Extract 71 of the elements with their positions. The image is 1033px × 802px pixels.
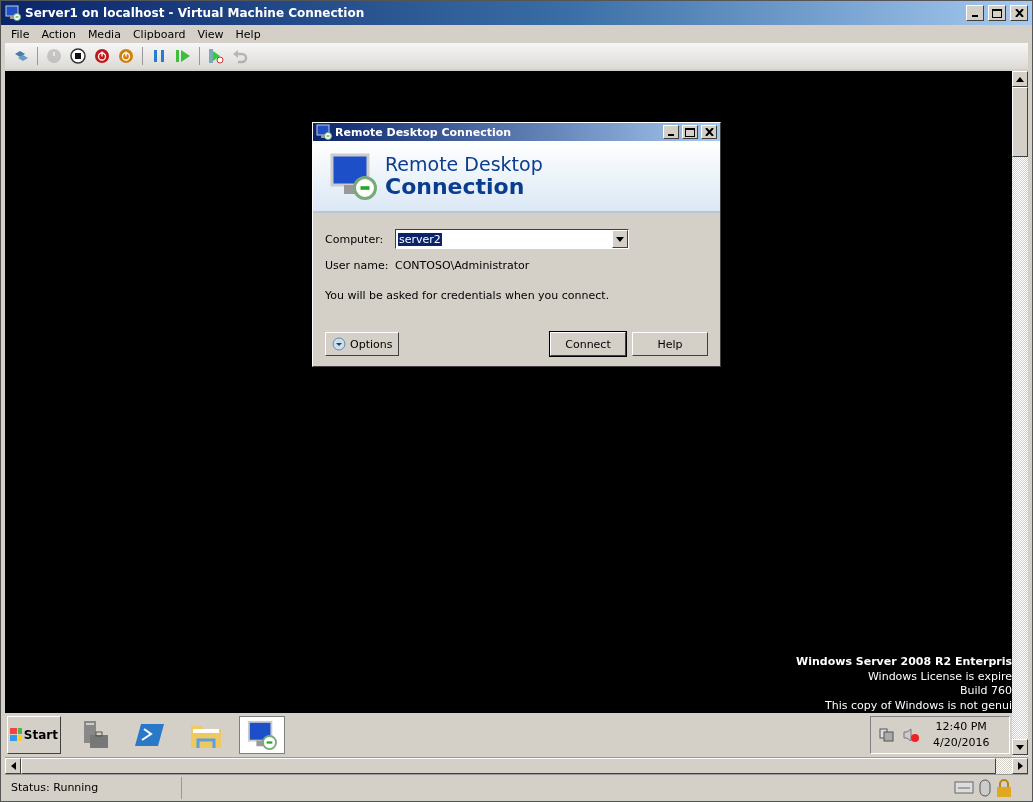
close-button[interactable]: [701, 125, 717, 139]
start-button[interactable]: Start: [7, 716, 61, 754]
clock-date: 4/20/2016: [933, 735, 990, 751]
field-label: User name:: [325, 259, 390, 272]
vertical-scrollbar[interactable]: [1012, 71, 1028, 757]
scroll-up-button[interactable]: [1012, 71, 1028, 87]
menu-item[interactable]: File: [5, 27, 36, 41]
expand-icon: [332, 337, 346, 351]
mouse-icon: [978, 779, 992, 797]
power-icon: [94, 48, 110, 64]
play-icon: [175, 48, 191, 64]
dialog-title: Remote Desktop Connection: [335, 125, 513, 139]
menu-item[interactable]: Action: [35, 27, 82, 41]
minimize-button[interactable]: [663, 125, 679, 139]
monitor-icon: [247, 720, 277, 750]
maximize-icon: [685, 127, 695, 137]
info-text: You will be asked for credentials when you connect.: [325, 289, 610, 302]
scroll-left-button[interactable]: [5, 758, 21, 774]
maximize-icon: [992, 8, 1002, 18]
banner-title: Connection: [385, 175, 525, 199]
power-icon: [46, 48, 62, 64]
dropdown-button[interactable]: [612, 230, 628, 248]
menu-item[interactable]: Clipboard: [126, 27, 192, 41]
menu-item[interactable]: Media: [81, 27, 127, 41]
padlock-icon: [996, 779, 1012, 797]
menu-item[interactable]: View: [191, 27, 230, 41]
watermark-text: Windows Server 2008 R2 Enterpris: [796, 655, 1012, 670]
clock-time: 12:40 PM: [935, 719, 987, 735]
windows-flag-icon: [10, 728, 22, 742]
options-button[interactable]: Options: [325, 332, 400, 356]
scroll-down-button[interactable]: [1012, 739, 1028, 755]
snapshot-icon: [208, 48, 224, 64]
undo-icon: [232, 48, 248, 64]
window-title: Server1 on localhost - Virtual Machine Connection: [25, 6, 366, 20]
muted-speaker-icon: [903, 727, 919, 743]
window-icon: [5, 5, 21, 21]
pause-icon: [151, 48, 167, 64]
close-icon: [1014, 9, 1024, 17]
power-icon: [118, 48, 134, 64]
menu-item[interactable]: Help: [229, 27, 267, 41]
right-arrow-icon: [1017, 762, 1023, 770]
close-icon: [704, 128, 714, 136]
network-icon: [879, 727, 895, 743]
combo-value: server2: [398, 232, 442, 246]
field-label: Computer:: [325, 232, 385, 246]
watermark-text: Windows License is expire: [867, 669, 1012, 684]
close-button[interactable]: [1010, 5, 1028, 21]
user-name-value: CONTOSO\Administrator: [395, 259, 530, 272]
minimize-button[interactable]: [966, 5, 984, 21]
left-arrow-icon: [10, 762, 16, 770]
dialog-button[interactable]: Connect: [550, 332, 626, 356]
watermark-text: Build 760: [959, 684, 1012, 699]
keyboard-icon: [954, 779, 974, 795]
up-arrow-icon: [1016, 76, 1024, 82]
scroll-thumb[interactable]: [21, 758, 996, 774]
maximize-button[interactable]: [988, 5, 1006, 21]
watermark-text: This copy of Windows is not genui: [825, 698, 1012, 713]
scroll-right-button[interactable]: [1012, 758, 1028, 774]
down-arrow-icon: [1016, 744, 1024, 750]
banner-title: Remote Desktop: [385, 153, 543, 175]
status-text: Status: Running: [5, 777, 182, 799]
caret-icon: [616, 236, 624, 242]
toolbar-button[interactable]: [68, 46, 88, 66]
dialog-button[interactable]: Help: [632, 332, 708, 356]
computer-combo[interactable]: server2: [395, 229, 629, 249]
terminal-icon: [135, 722, 165, 748]
maximize-button[interactable]: [682, 125, 698, 139]
stop-icon: [70, 48, 86, 64]
taskbar-app[interactable]: [239, 716, 285, 754]
monitor-icon: [329, 152, 377, 200]
scroll-thumb[interactable]: [1012, 87, 1028, 157]
